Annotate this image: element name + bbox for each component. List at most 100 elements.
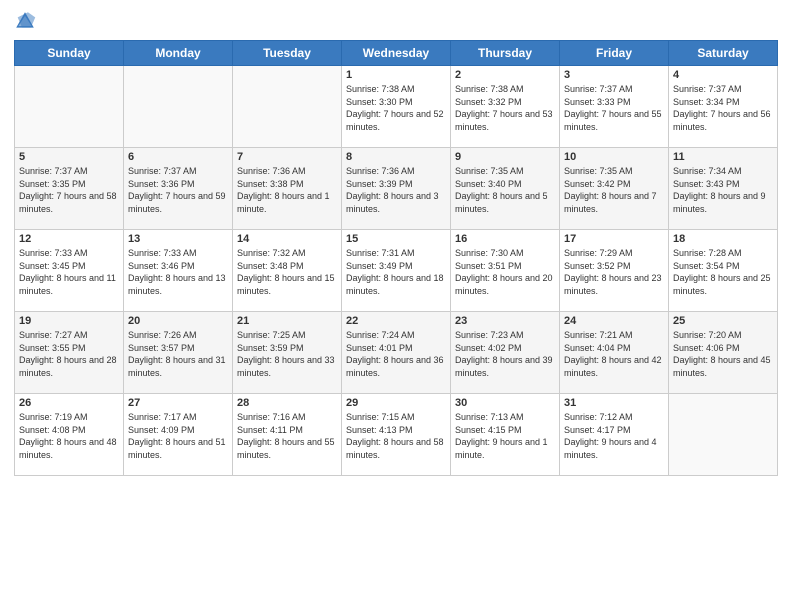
day-info: Sunrise: 7:28 AMSunset: 3:54 PMDaylight:…: [673, 247, 773, 297]
day-number: 22: [346, 315, 446, 327]
calendar-cell: 20Sunrise: 7:26 AMSunset: 3:57 PMDayligh…: [124, 312, 233, 394]
day-number: 27: [128, 397, 228, 409]
day-info: Sunrise: 7:37 AMSunset: 3:33 PMDaylight:…: [564, 83, 664, 133]
day-number: 7: [237, 151, 337, 163]
calendar-cell: 12 Sunrise: 7:33 AMSunset: 3:45 PMDayligh…: [15, 230, 124, 312]
calendar-cell: 6 Sunrise: 7:37 AMSunset: 3:36 PMDaylight…: [124, 148, 233, 230]
day-number: 18: [673, 233, 773, 245]
calendar-week-row: 12 Sunrise: 7:33 AMSunset: 3:45 PMDayligh…: [15, 230, 778, 312]
calendar-cell: [124, 66, 233, 148]
day-info: Sunrise: 7:19 AMSunset: 4:08 PMDaylight:…: [19, 411, 119, 461]
day-number: 31: [564, 397, 664, 409]
day-number: 11: [673, 151, 773, 163]
day-info: Sunrise: 7:12 AMSunset: 4:17 PMDaylight:…: [564, 411, 664, 461]
calendar-cell: 29 Sunrise: 7:15 AMSunset: 4:13 PMDayligh…: [342, 394, 451, 476]
page: SundayMondayTuesdayWednesdayThursdayFrid…: [0, 0, 792, 612]
calendar-cell: [15, 66, 124, 148]
day-info: Sunrise: 7:23 AMSunset: 4:02 PMDaylight:…: [455, 329, 555, 379]
weekday-header-row: SundayMondayTuesdayWednesdayThursdayFrid…: [15, 41, 778, 66]
calendar-table: SundayMondayTuesdayWednesdayThursdayFrid…: [14, 40, 778, 476]
day-info: Sunrise: 7:37 AMSunset: 3:36 PMDaylight:…: [128, 165, 228, 215]
calendar-cell: 16Sunrise: 7:30 AMSunset: 3:51 PMDayligh…: [451, 230, 560, 312]
day-number: 17: [564, 233, 664, 245]
day-number: 28: [237, 397, 337, 409]
day-info: Sunrise: 7:29 AMSunset: 3:52 PMDaylight:…: [564, 247, 664, 297]
day-number: 5: [19, 151, 119, 163]
day-info: Sunrise: 7:16 AMSunset: 4:11 PMDaylight:…: [237, 411, 337, 461]
calendar-cell: 14Sunrise: 7:32 AMSunset: 3:48 PMDayligh…: [233, 230, 342, 312]
calendar-cell: 1 Sunrise: 7:38 AMSunset: 3:30 PMDaylight…: [342, 66, 451, 148]
day-number: 15: [346, 233, 446, 245]
logo: [14, 10, 40, 32]
calendar-cell: 2 Sunrise: 7:38 AMSunset: 3:32 PMDaylight…: [451, 66, 560, 148]
calendar-cell: 10 Sunrise: 7:35 AMSunset: 3:42 PMDayligh…: [560, 148, 669, 230]
day-number: 9: [455, 151, 555, 163]
calendar-cell: [233, 66, 342, 148]
day-info: Sunrise: 7:38 AMSunset: 3:32 PMDaylight:…: [455, 83, 555, 133]
day-info: Sunrise: 7:25 AMSunset: 3:59 PMDaylight:…: [237, 329, 337, 379]
calendar-cell: 4 Sunrise: 7:37 AMSunset: 3:34 PMDaylight…: [669, 66, 778, 148]
weekday-header: Saturday: [669, 41, 778, 66]
calendar-cell: 25Sunrise: 7:20 AMSunset: 4:06 PMDayligh…: [669, 312, 778, 394]
day-info: Sunrise: 7:17 AMSunset: 4:09 PMDaylight:…: [128, 411, 228, 461]
day-info: Sunrise: 7:15 AMSunset: 4:13 PMDaylight:…: [346, 411, 446, 461]
day-info: Sunrise: 7:35 AMSunset: 3:42 PMDaylight:…: [564, 165, 664, 215]
weekday-header: Monday: [124, 41, 233, 66]
calendar-week-row: 19 Sunrise: 7:27 AMSunset: 3:55 PMDayligh…: [15, 312, 778, 394]
calendar-cell: 11Sunrise: 7:34 AMSunset: 3:43 PMDayligh…: [669, 148, 778, 230]
day-number: 6: [128, 151, 228, 163]
day-number: 20: [128, 315, 228, 327]
day-number: 3: [564, 69, 664, 81]
day-number: 2: [455, 69, 555, 81]
day-number: 10: [564, 151, 664, 163]
calendar-cell: 26 Sunrise: 7:19 AMSunset: 4:08 PMDayligh…: [15, 394, 124, 476]
calendar-cell: 15 Sunrise: 7:31 AMSunset: 3:49 PMDayligh…: [342, 230, 451, 312]
calendar-cell: 13 Sunrise: 7:33 AMSunset: 3:46 PMDayligh…: [124, 230, 233, 312]
day-number: 8: [346, 151, 446, 163]
calendar-cell: 17 Sunrise: 7:29 AMSunset: 3:52 PMDayligh…: [560, 230, 669, 312]
day-number: 12: [19, 233, 119, 245]
weekday-header: Friday: [560, 41, 669, 66]
day-number: 19: [19, 315, 119, 327]
day-number: 23: [455, 315, 555, 327]
weekday-header: Thursday: [451, 41, 560, 66]
day-info: Sunrise: 7:24 AMSunset: 4:01 PMDaylight:…: [346, 329, 446, 379]
day-number: 16: [455, 233, 555, 245]
day-info: Sunrise: 7:33 AMSunset: 3:46 PMDaylight:…: [128, 247, 228, 297]
day-info: Sunrise: 7:38 AMSunset: 3:30 PMDaylight:…: [346, 83, 446, 133]
weekday-header: Wednesday: [342, 41, 451, 66]
calendar-cell: 21 Sunrise: 7:25 AMSunset: 3:59 PMDayligh…: [233, 312, 342, 394]
header: [14, 10, 778, 32]
day-number: 30: [455, 397, 555, 409]
day-info: Sunrise: 7:36 AMSunset: 3:38 PMDaylight:…: [237, 165, 337, 215]
calendar-cell: 22 Sunrise: 7:24 AMSunset: 4:01 PMDayligh…: [342, 312, 451, 394]
day-number: 26: [19, 397, 119, 409]
day-info: Sunrise: 7:35 AMSunset: 3:40 PMDaylight:…: [455, 165, 555, 215]
calendar-cell: 9 Sunrise: 7:35 AMSunset: 3:40 PMDaylight…: [451, 148, 560, 230]
calendar-cell: 30 Sunrise: 7:13 AMSunset: 4:15 PMDayligh…: [451, 394, 560, 476]
calendar-cell: 8 Sunrise: 7:36 AMSunset: 3:39 PMDaylight…: [342, 148, 451, 230]
day-number: 24: [564, 315, 664, 327]
day-number: 14: [237, 233, 337, 245]
day-info: Sunrise: 7:20 AMSunset: 4:06 PMDaylight:…: [673, 329, 773, 379]
day-info: Sunrise: 7:36 AMSunset: 3:39 PMDaylight:…: [346, 165, 446, 215]
calendar-cell: [669, 394, 778, 476]
calendar-cell: 18 Sunrise: 7:28 AMSunset: 3:54 PMDayligh…: [669, 230, 778, 312]
day-number: 13: [128, 233, 228, 245]
day-info: Sunrise: 7:37 AMSunset: 3:35 PMDaylight:…: [19, 165, 119, 215]
day-info: Sunrise: 7:33 AMSunset: 3:45 PMDaylight:…: [19, 247, 119, 297]
calendar-cell: 19 Sunrise: 7:27 AMSunset: 3:55 PMDayligh…: [15, 312, 124, 394]
calendar-cell: 24 Sunrise: 7:21 AMSunset: 4:04 PMDayligh…: [560, 312, 669, 394]
calendar-week-row: 5 Sunrise: 7:37 AMSunset: 3:35 PMDaylight…: [15, 148, 778, 230]
day-info: Sunrise: 7:13 AMSunset: 4:15 PMDaylight:…: [455, 411, 555, 461]
day-info: Sunrise: 7:21 AMSunset: 4:04 PMDaylight:…: [564, 329, 664, 379]
day-info: Sunrise: 7:27 AMSunset: 3:55 PMDaylight:…: [19, 329, 119, 379]
day-number: 4: [673, 69, 773, 81]
day-info: Sunrise: 7:31 AMSunset: 3:49 PMDaylight:…: [346, 247, 446, 297]
day-number: 1: [346, 69, 446, 81]
day-info: Sunrise: 7:37 AMSunset: 3:34 PMDaylight:…: [673, 83, 773, 133]
weekday-header: Sunday: [15, 41, 124, 66]
day-number: 29: [346, 397, 446, 409]
calendar-cell: 23 Sunrise: 7:23 AMSunset: 4:02 PMDayligh…: [451, 312, 560, 394]
day-number: 21: [237, 315, 337, 327]
